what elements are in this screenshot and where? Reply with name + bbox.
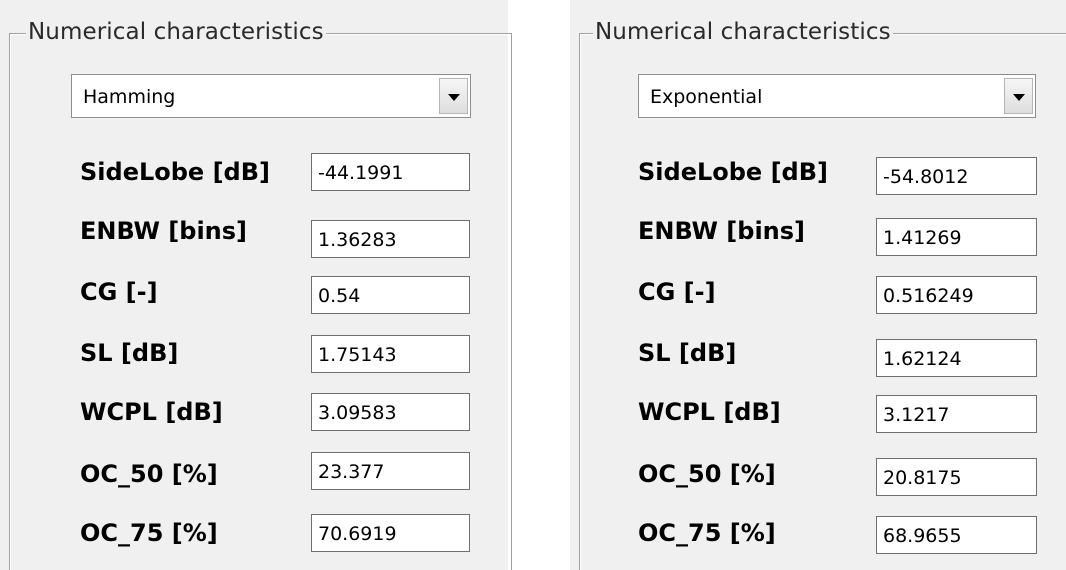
sl-label: SL [dB] (80, 339, 179, 367)
window-type-selected-value: Exponential (650, 86, 763, 108)
cg-field[interactable]: 0.54 (311, 276, 470, 314)
sidelobe-label: SideLobe [dB] (80, 158, 270, 186)
group-box-title: Numerical characteristics (593, 17, 893, 47)
enbw-label: ENBW [bins] (80, 217, 248, 245)
dropdown-button[interactable] (1004, 78, 1033, 114)
wcpl-field[interactable]: 3.09583 (311, 393, 470, 431)
sidelobe-field[interactable]: -44.1991 (311, 153, 470, 191)
sl-field[interactable]: 1.62124 (876, 339, 1037, 377)
numerical-characteristics-panel-left: Numerical characteristics Hamming SideLo… (0, 0, 512, 570)
wcpl-label: WCPL [dB] (80, 398, 223, 426)
window-type-dropdown[interactable]: Hamming (71, 74, 471, 118)
oc50-label: OC_50 [%] (80, 460, 218, 488)
sl-field[interactable]: 1.75143 (311, 335, 470, 373)
enbw-field[interactable]: 1.36283 (311, 220, 470, 258)
chevron-down-icon (448, 94, 460, 101)
oc50-field[interactable]: 23.377 (311, 452, 470, 490)
chevron-down-icon (1013, 94, 1025, 101)
oc50-label: OC_50 [%] (638, 460, 776, 488)
wcpl-field[interactable]: 3.1217 (876, 395, 1037, 433)
oc75-label: OC_75 [%] (638, 519, 776, 547)
window-type-selected-value: Hamming (83, 86, 176, 108)
oc75-field[interactable]: 70.6919 (311, 514, 470, 552)
numerical-characteristics-panel-right: Numerical characteristics Exponential Si… (570, 0, 1066, 570)
enbw-label: ENBW [bins] (638, 217, 806, 245)
dropdown-button[interactable] (439, 78, 468, 114)
cg-label: CG [-] (80, 278, 158, 306)
sidelobe-label: SideLobe [dB] (638, 158, 828, 186)
oc75-label: OC_75 [%] (80, 519, 218, 547)
window-comparison-screen: Numerical characteristics Hamming SideLo… (0, 0, 1066, 570)
cg-label: CG [-] (638, 278, 716, 306)
cg-field[interactable]: 0.516249 (876, 276, 1037, 314)
oc75-field[interactable]: 68.9655 (876, 516, 1037, 554)
window-type-dropdown[interactable]: Exponential (638, 74, 1036, 118)
oc50-field[interactable]: 20.8175 (876, 458, 1037, 496)
sl-label: SL [dB] (638, 339, 737, 367)
enbw-field[interactable]: 1.41269 (876, 218, 1037, 256)
wcpl-label: WCPL [dB] (638, 398, 781, 426)
group-box-title: Numerical characteristics (26, 17, 326, 47)
sidelobe-field[interactable]: -54.8012 (876, 157, 1037, 195)
